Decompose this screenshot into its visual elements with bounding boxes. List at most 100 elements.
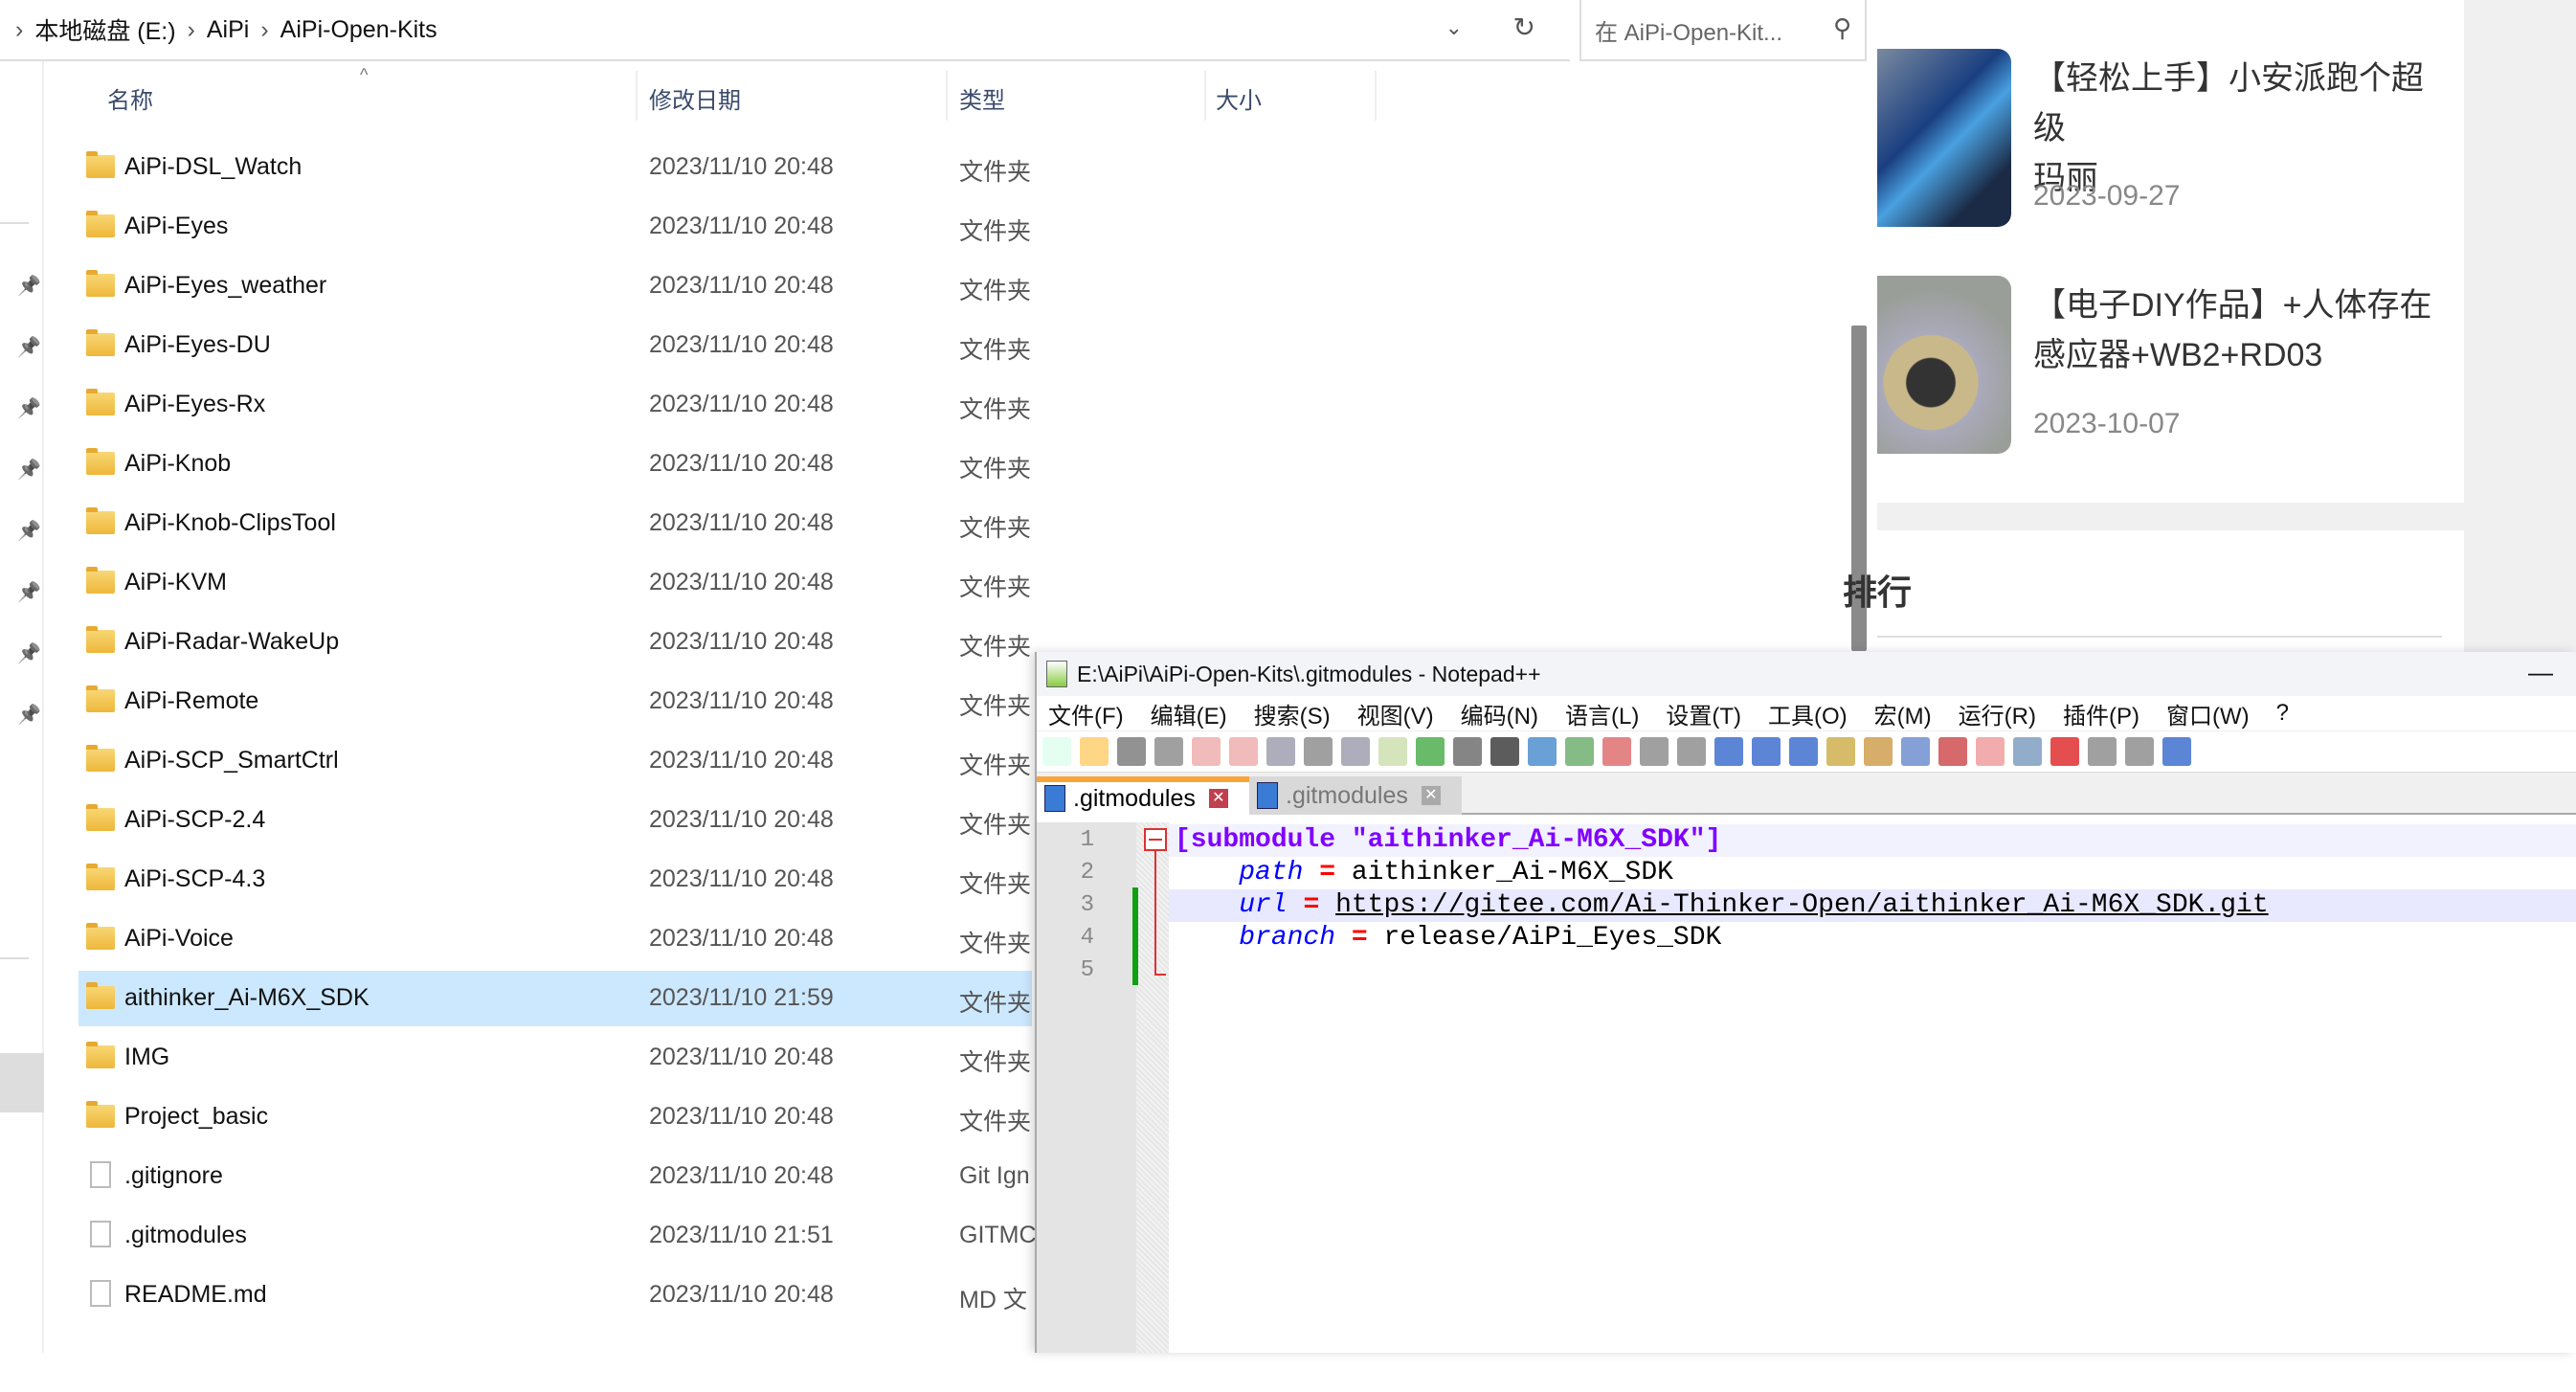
divider[interactable] — [1375, 71, 1377, 121]
menu-item[interactable]: 语言(L) — [1565, 697, 1639, 730]
zoom-in-icon[interactable] — [1565, 737, 1594, 766]
code-line[interactable] — [1169, 954, 2576, 987]
record-icon[interactable] — [2013, 737, 2042, 766]
sync-v-icon[interactable] — [1640, 737, 1669, 766]
pin-icon[interactable]: 📌 — [17, 396, 41, 420]
close-icon[interactable]: ✕ — [1421, 786, 1441, 805]
stop-icon[interactable] — [2050, 737, 2079, 766]
play-icon[interactable] — [2088, 737, 2117, 766]
menu-item[interactable]: 插件(P) — [2063, 697, 2139, 730]
code-line[interactable]: url = https://gitee.com/Ai-Thinker-Open/… — [1169, 889, 2576, 922]
print-icon[interactable] — [1266, 737, 1295, 766]
code-line[interactable]: [submodule "aithinker_Ai-M6X_SDK"] — [1169, 824, 2576, 857]
article-thumbnail[interactable] — [1877, 276, 2011, 454]
breadcrumb-drive[interactable]: 本地磁盘 (E:) — [34, 12, 175, 47]
save-macro-icon[interactable] — [2162, 737, 2191, 766]
menu-item[interactable]: 工具(O) — [1768, 697, 1848, 730]
code-line[interactable]: path = aithinker_Ai-M6X_SDK — [1169, 857, 2576, 889]
column-header-date[interactable]: 修改日期 — [649, 75, 741, 121]
breadcrumb-aipi[interactable]: AiPi — [207, 16, 249, 44]
word-wrap-icon[interactable] — [1714, 737, 1743, 766]
tab-gitmodules[interactable]: .gitmodules ✕ — [1249, 776, 1462, 815]
pin-icon[interactable]: 📌 — [17, 703, 41, 727]
tab-gitmodules-active[interactable]: .gitmodules ✕ — [1037, 776, 1249, 815]
file-row[interactable]: .gitignore 2023/11/10 20:48 Git Ign — [78, 1149, 1032, 1204]
pin-icon[interactable]: 📌 — [17, 274, 41, 298]
menu-item[interactable]: 窗口(W) — [2166, 697, 2250, 730]
file-row[interactable]: AiPi-DSL_Watch 2023/11/10 20:48 文件夹 — [78, 140, 1032, 195]
file-row[interactable]: AiPi-SCP_SmartCtrl 2023/11/10 20:48 文件夹 — [78, 733, 1032, 789]
paste-icon[interactable] — [1378, 737, 1407, 766]
close-icon[interactable]: ✕ — [1208, 789, 1228, 808]
file-row[interactable]: IMG 2023/11/10 20:48 文件夹 — [78, 1030, 1032, 1086]
menu-item[interactable]: 视图(V) — [1357, 697, 1434, 730]
column-header-name[interactable]: 名称 — [107, 75, 153, 121]
file-row[interactable]: AiPi-Eyes 2023/11/10 20:48 文件夹 — [78, 199, 1032, 255]
close-icon[interactable] — [1192, 737, 1221, 766]
folder-workspace-icon[interactable] — [1938, 737, 1967, 766]
pin-icon[interactable]: 📌 — [17, 458, 41, 482]
close-all-icon[interactable] — [1229, 737, 1258, 766]
file-row[interactable]: Project_basic 2023/11/10 20:48 文件夹 — [78, 1089, 1032, 1145]
file-row[interactable]: AiPi-Eyes_weather 2023/11/10 20:48 文件夹 — [78, 258, 1032, 314]
save-all-icon[interactable] — [1154, 737, 1183, 766]
menu-item[interactable]: 运行(R) — [1959, 697, 2036, 730]
file-row[interactable]: AiPi-Eyes-Rx 2023/11/10 20:48 文件夹 — [78, 377, 1032, 433]
pin-icon[interactable]: 📌 — [17, 580, 41, 604]
save-icon[interactable] — [1117, 737, 1146, 766]
menu-item[interactable]: 编辑(E) — [1151, 697, 1227, 730]
pin-icon[interactable]: 📌 — [17, 335, 41, 359]
find-icon[interactable] — [1490, 737, 1519, 766]
cut-icon[interactable] — [1304, 737, 1333, 766]
refresh-icon[interactable]: ↻ — [1513, 11, 1535, 43]
file-row[interactable]: AiPi-Voice 2023/11/10 20:48 文件夹 — [78, 911, 1032, 967]
doc-map-icon[interactable] — [1864, 737, 1893, 766]
pin-icon[interactable]: 📌 — [17, 519, 41, 543]
replace-icon[interactable] — [1528, 737, 1557, 766]
divider[interactable] — [1204, 71, 1206, 121]
menu-item[interactable]: 文件(F) — [1048, 697, 1124, 730]
undo-icon[interactable] — [1416, 737, 1445, 766]
file-row[interactable]: AiPi-Radar-WakeUp 2023/11/10 20:48 文件夹 — [78, 615, 1032, 670]
play-multi-icon[interactable] — [2125, 737, 2154, 766]
file-row[interactable]: AiPi-SCP-2.4 2023/11/10 20:48 文件夹 — [78, 793, 1032, 848]
udl-icon[interactable] — [1826, 737, 1855, 766]
show-all-icon[interactable] — [1752, 737, 1781, 766]
func-list-icon[interactable] — [1901, 737, 1930, 766]
sync-h-icon[interactable] — [1677, 737, 1706, 766]
new-file-icon[interactable] — [1042, 737, 1071, 766]
menu-item[interactable]: 搜索(S) — [1254, 697, 1331, 730]
menu-item[interactable]: 宏(M) — [1874, 697, 1932, 730]
open-icon[interactable] — [1080, 737, 1109, 766]
breadcrumb-current[interactable]: AiPi-Open-Kits — [280, 16, 437, 44]
indent-guide-icon[interactable] — [1789, 737, 1818, 766]
chevron-down-icon[interactable]: ⌄ — [1445, 15, 1463, 40]
file-row[interactable]: AiPi-Eyes-DU 2023/11/10 20:48 文件夹 — [78, 318, 1032, 373]
copy-icon[interactable] — [1341, 737, 1370, 766]
minimize-button[interactable]: — — [2528, 658, 2553, 687]
file-row[interactable]: .gitmodules 2023/11/10 21:51 GITMC — [78, 1208, 1037, 1264]
code-line[interactable]: branch = release/AiPi_Eyes_SDK — [1169, 922, 2576, 954]
menu-item[interactable]: 设置(T) — [1666, 697, 1741, 730]
code-editor[interactable]: 1 [submodule "aithinker_Ai-M6X_SDK"] 2 pat… — [1037, 822, 2576, 1353]
column-header-type[interactable]: 类型 — [959, 75, 1005, 121]
search-icon[interactable]: ⚲ — [1833, 13, 1851, 43]
fold-toggle-icon[interactable] — [1144, 828, 1167, 851]
zoom-out-icon[interactable] — [1602, 737, 1631, 766]
menu-item[interactable]: ? — [2276, 700, 2289, 727]
address-bar[interactable]: › 本地磁盘 (E:) › AiPi › AiPi-Open-Kits ⌄ ↻ — [0, 0, 1570, 61]
menu-item[interactable]: 编码(N) — [1461, 697, 1538, 730]
file-row[interactable]: AiPi-Knob 2023/11/10 20:48 文件夹 — [78, 437, 1032, 492]
title-bar[interactable]: E:\AiPi\AiPi-Open-Kits\.gitmodules - Not… — [1037, 652, 2576, 696]
search-input[interactable]: 在 AiPi-Open-Kit... ⚲ — [1579, 0, 1867, 61]
file-row[interactable]: AiPi-Knob-ClipsTool 2023/11/10 20:48 文件夹 — [78, 496, 1032, 551]
file-row[interactable]: AiPi-SCP-4.3 2023/11/10 20:48 文件夹 — [78, 852, 1032, 908]
file-row[interactable]: AiPi-Remote 2023/11/10 20:48 文件夹 — [78, 674, 1032, 730]
redo-icon[interactable] — [1453, 737, 1482, 766]
file-row[interactable]: aithinker_Ai-M6X_SDK 2023/11/10 21:59 文件夹 — [78, 971, 1032, 1026]
column-header-size[interactable]: 大小 — [1216, 75, 1262, 121]
divider[interactable] — [946, 71, 948, 121]
file-row[interactable]: README.md 2023/11/10 20:48 MD 文 — [78, 1268, 1032, 1323]
divider[interactable] — [636, 71, 638, 121]
file-row[interactable]: AiPi-KVM 2023/11/10 20:48 文件夹 — [78, 555, 1032, 611]
